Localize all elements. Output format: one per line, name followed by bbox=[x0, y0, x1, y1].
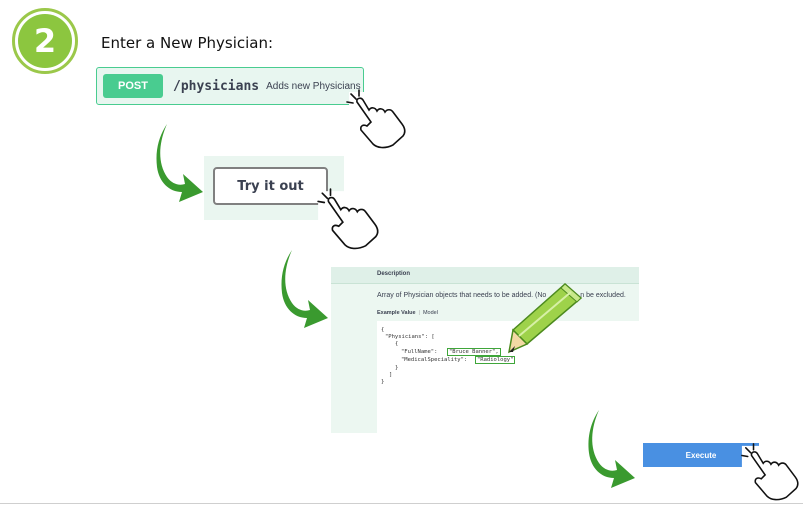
fullname-value[interactable]: "Bruce Banner", bbox=[447, 348, 501, 356]
description-text-end: n be excluded. bbox=[580, 292, 626, 299]
curved-arrow-icon bbox=[588, 410, 635, 488]
curved-arrow-icon bbox=[281, 250, 328, 328]
code-line: "FullName": bbox=[401, 349, 438, 355]
step-badge: 2 bbox=[12, 8, 78, 74]
hand-pointer-icon bbox=[741, 443, 800, 502]
description-label: Description bbox=[377, 271, 411, 277]
endpoint-path: /physicians bbox=[173, 78, 260, 94]
divider bbox=[0, 503, 803, 504]
code-line: { bbox=[395, 341, 399, 347]
code-line: } bbox=[395, 365, 399, 371]
hand-pointer-icon bbox=[317, 188, 380, 251]
code-line: } bbox=[381, 379, 385, 385]
code-line: "Physicians": [ bbox=[385, 334, 435, 340]
endpoint-post-physicians[interactable]: POST /physicians Adds new Physicians bbox=[96, 67, 364, 105]
curved-arrow-icon bbox=[156, 124, 203, 202]
code-line: ] bbox=[389, 372, 393, 378]
description-text: Array of Physician objects that needs to… bbox=[377, 292, 626, 299]
method-badge: POST bbox=[103, 74, 163, 98]
pencil-icon bbox=[508, 283, 583, 354]
try-it-out-button[interactable]: Try it out bbox=[213, 167, 328, 205]
example-tabs: Example Value | Model bbox=[377, 310, 438, 316]
hand-pointer-icon bbox=[346, 89, 407, 150]
code-line: { bbox=[381, 327, 385, 333]
code-line: "MedicalSpeciality": bbox=[401, 357, 468, 363]
tab-model[interactable]: Model bbox=[423, 310, 438, 316]
tab-example-value[interactable]: Example Value bbox=[377, 310, 416, 316]
step-title: Enter a New Physician: bbox=[101, 34, 274, 52]
step-number: 2 bbox=[18, 14, 72, 68]
medical-speciality-value[interactable]: "Radiology" bbox=[475, 356, 516, 364]
